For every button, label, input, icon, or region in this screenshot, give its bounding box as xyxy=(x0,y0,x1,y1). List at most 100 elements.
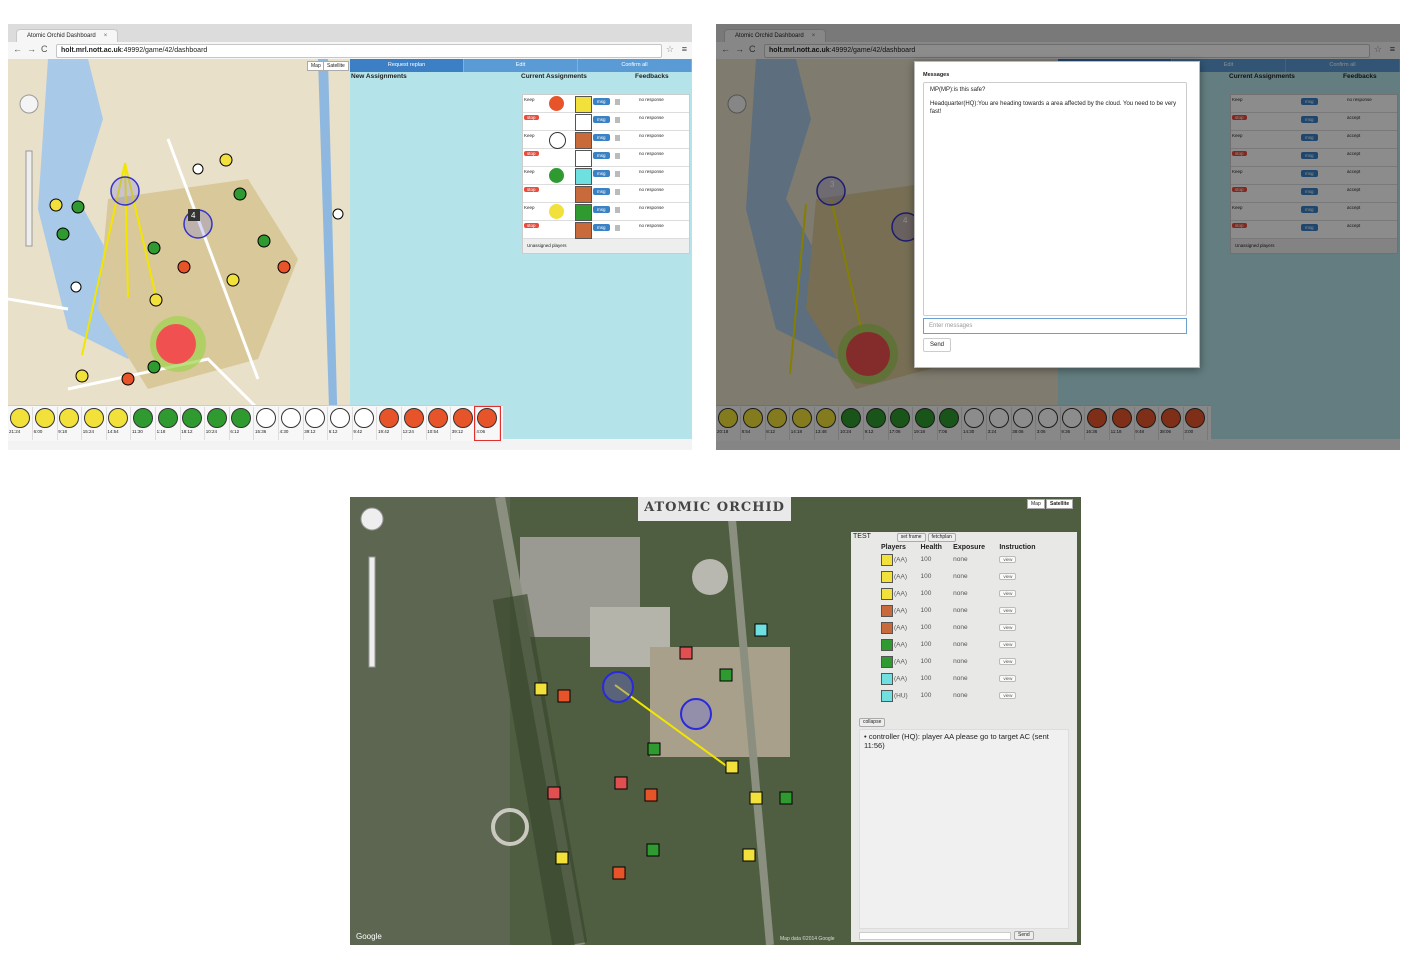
player-strip-item[interactable]: 12:24 xyxy=(402,407,427,440)
instruction-header: Instruction xyxy=(999,544,1036,551)
fetchplan-button[interactable]: fetchplan xyxy=(927,533,956,542)
back-icon[interactable]: ← xyxy=(13,44,22,54)
msg-button[interactable]: msg xyxy=(593,134,610,141)
msg-button[interactable]: msg xyxy=(593,206,610,213)
msg-button[interactable]: msg xyxy=(593,170,610,177)
view-button[interactable]: view xyxy=(999,624,1017,631)
tab-close-icon[interactable]: × xyxy=(104,33,108,39)
map-area[interactable]: 4 Map Satellite xyxy=(8,59,350,439)
player-strip-item[interactable]: 9:42 xyxy=(352,407,378,440)
radiation-marker xyxy=(725,760,739,774)
player-strip-item[interactable]: 10:24 xyxy=(205,407,230,440)
remove-icon[interactable] xyxy=(615,171,620,177)
player-health: 100 xyxy=(920,573,932,580)
player-avatar-icon xyxy=(881,570,893,583)
view-button[interactable]: view xyxy=(999,692,1017,699)
player-strip-item[interactable]: 19:42 xyxy=(377,407,402,440)
keep-checkbox[interactable]: Keep xyxy=(524,169,535,174)
msg-button[interactable]: msg xyxy=(593,152,610,159)
resource-marker xyxy=(647,742,661,756)
browser-tab[interactable]: Atomic Orchid Dashboard × xyxy=(16,29,119,43)
view-button[interactable]: view xyxy=(999,607,1017,614)
view-button[interactable]: view xyxy=(999,675,1017,682)
player-strip-item[interactable]: 4:30 xyxy=(279,407,304,440)
player-strip-item[interactable]: 21:24 xyxy=(8,407,33,440)
player-strip-item[interactable]: 6:12 xyxy=(328,407,353,440)
remove-icon[interactable] xyxy=(615,135,620,141)
message-line: MP(MP):is this safe? xyxy=(930,87,986,93)
msg-button[interactable]: msg xyxy=(593,224,610,231)
message-history: MP(MP):is this safe? Headquarter(HQ):You… xyxy=(923,82,1187,316)
view-button[interactable]: view xyxy=(999,556,1017,563)
reload-icon[interactable]: C xyxy=(41,44,48,54)
players-table: Players Health Exposure Instruction (AA)… xyxy=(879,544,1049,704)
player-row: (AA) 100 none view xyxy=(879,653,1049,670)
stop-button[interactable]: stop xyxy=(524,223,539,228)
player-strip-item[interactable]: 39:12 xyxy=(451,407,476,440)
player-avatar-icon xyxy=(881,604,893,617)
player-avatar-icon xyxy=(881,689,893,702)
view-button[interactable]: view xyxy=(999,590,1017,597)
log-message-input[interactable] xyxy=(859,932,1011,940)
msg-button[interactable]: msg xyxy=(593,98,610,105)
confirm-all-button[interactable]: Confirm all xyxy=(578,59,692,72)
player-strip-item[interactable]: 18:12 xyxy=(180,407,206,440)
edit-button[interactable]: Edit xyxy=(464,59,578,72)
player-strip-item[interactable]: 14:54 xyxy=(106,407,132,440)
view-button[interactable]: view xyxy=(999,641,1017,648)
set-frame-button[interactable]: set frame xyxy=(896,533,926,542)
map-type-satellite-button[interactable]: Satellite xyxy=(1046,499,1074,509)
player-strip-item[interactable]: 11:30 xyxy=(131,407,156,440)
player-strip-item[interactable]: 1:18 xyxy=(156,407,181,440)
player-name: (AA) xyxy=(894,624,907,632)
player-timer: 39:12 xyxy=(304,429,316,434)
map-type-satellite-button[interactable]: Satellite xyxy=(323,61,349,71)
player-marker-icon xyxy=(428,408,449,428)
remove-icon[interactable] xyxy=(615,225,620,231)
message-input[interactable]: Enter messages xyxy=(923,318,1187,334)
player-strip-item[interactable]: 15:36 xyxy=(254,407,279,440)
keep-checkbox[interactable]: Keep xyxy=(524,205,535,210)
address-bar[interactable]: holt.mrl.nott.ac.uk:49992/game/42/dashbo… xyxy=(56,44,662,58)
forward-icon[interactable]: → xyxy=(27,44,36,54)
log-send-button[interactable]: Send xyxy=(1014,931,1034,940)
resource-marker xyxy=(646,843,660,857)
player-strip-item[interactable]: 4:06 xyxy=(474,406,502,441)
player-strip-item[interactable]: 9:18 xyxy=(57,407,83,440)
map-type-map-button[interactable]: Map xyxy=(1027,499,1045,509)
player-strip-item[interactable]: 15:24 xyxy=(82,407,107,440)
player-name: (HU) xyxy=(894,692,908,700)
keep-checkbox[interactable]: Keep xyxy=(524,133,535,138)
player-strip-item[interactable]: 39:12 xyxy=(303,407,329,440)
remove-icon[interactable] xyxy=(615,189,620,195)
request-replan-button[interactable]: Request replan xyxy=(350,59,464,72)
player-avatar-icon xyxy=(881,553,893,566)
remove-icon[interactable] xyxy=(615,153,620,159)
radiation-icon xyxy=(49,198,63,212)
keep-checkbox[interactable]: Keep xyxy=(524,97,535,102)
player-strip-item[interactable]: 6:12 xyxy=(229,407,255,440)
remove-icon[interactable] xyxy=(615,99,620,105)
stop-button[interactable]: stop xyxy=(524,151,539,156)
collapse-button[interactable]: collapse xyxy=(859,718,886,727)
remove-icon[interactable] xyxy=(615,117,620,123)
bookmark-star-icon[interactable]: ☆ xyxy=(666,44,674,55)
instruction-cell: view xyxy=(997,602,1049,619)
player-strip-item[interactable]: 6:00 xyxy=(33,407,58,440)
send-button[interactable]: Send xyxy=(923,338,952,352)
resource-icon xyxy=(233,187,247,201)
view-button[interactable]: view xyxy=(999,658,1017,665)
player-marker-icon xyxy=(231,408,252,428)
player-marker-icon xyxy=(280,408,301,428)
view-button[interactable]: view xyxy=(999,573,1017,580)
player-marker-icon xyxy=(329,408,350,428)
stop-button[interactable]: stop xyxy=(524,115,539,120)
browser-menu-icon[interactable]: ≡ xyxy=(682,44,687,54)
stop-button[interactable]: stop xyxy=(524,187,539,192)
player-strip-item[interactable]: 10:54 xyxy=(426,407,452,440)
remove-icon[interactable] xyxy=(615,207,620,213)
msg-button[interactable]: msg xyxy=(593,116,610,123)
player-health: 100 xyxy=(920,590,932,597)
fire-icon xyxy=(121,372,135,386)
msg-button[interactable]: msg xyxy=(593,188,610,195)
